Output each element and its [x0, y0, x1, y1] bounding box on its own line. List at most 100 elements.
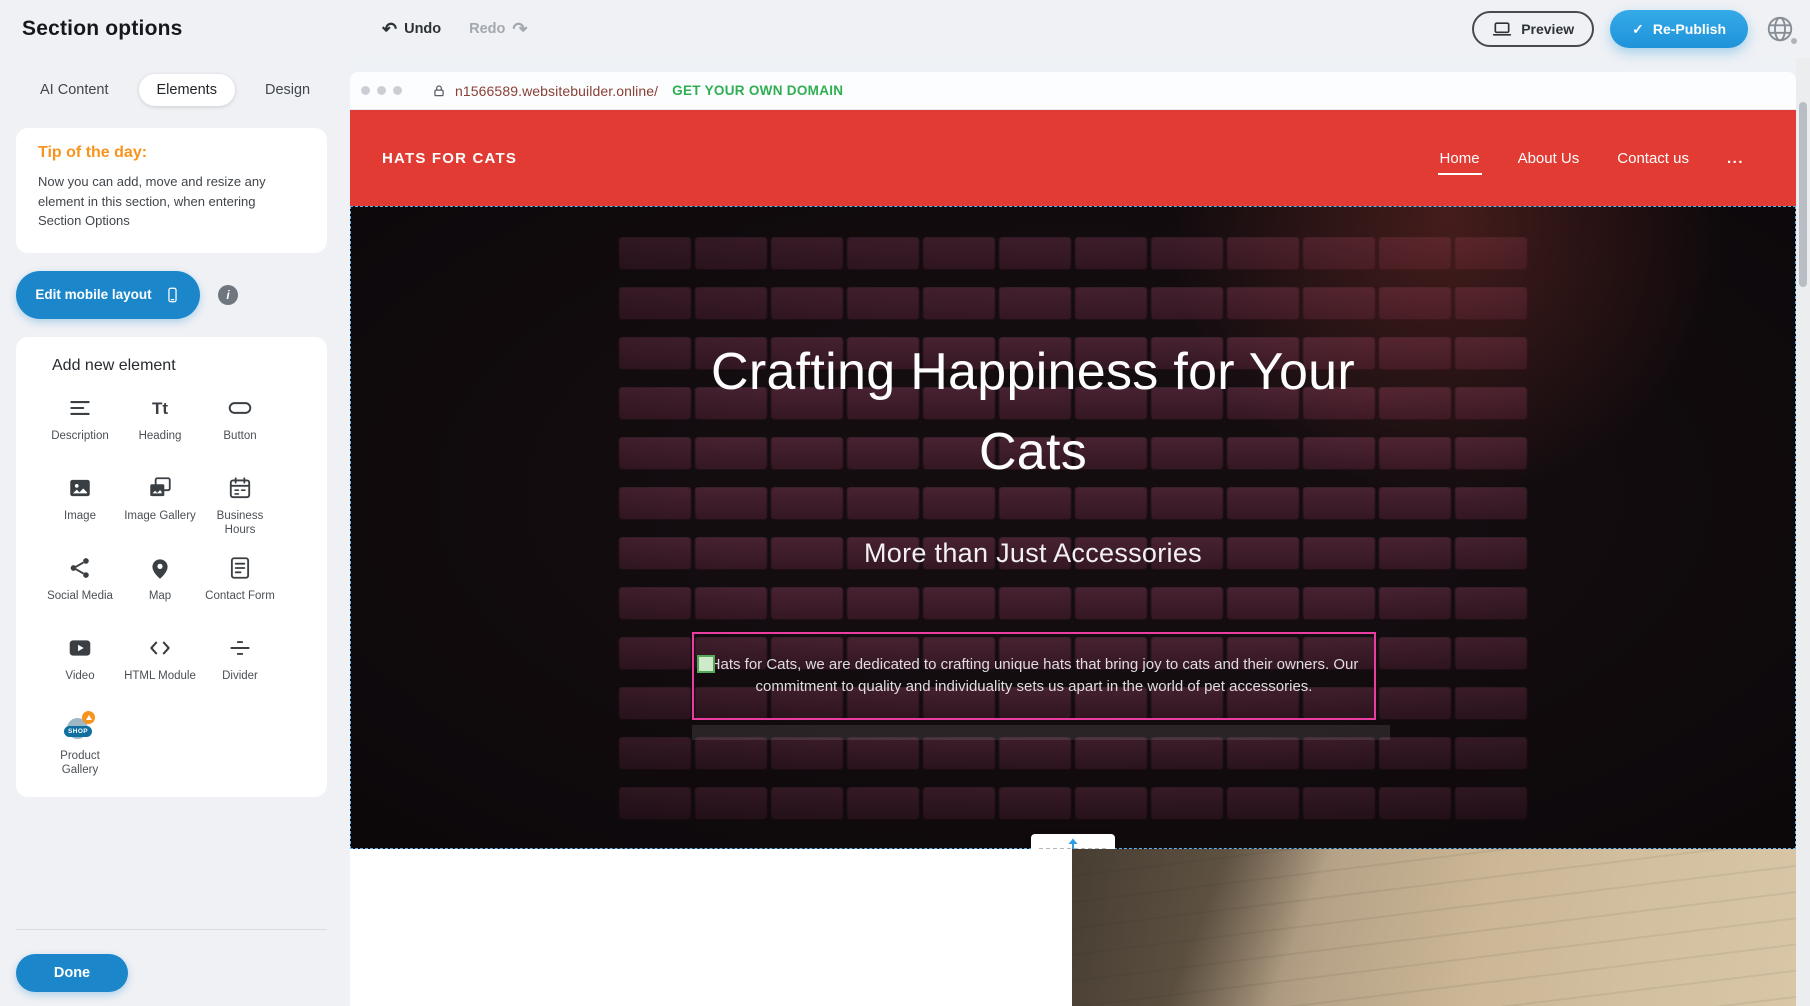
tip-of-the-day-card: Tip of the day: Now you can add, move an…: [16, 128, 327, 253]
history-controls: ↶ Undo Redo ↷: [382, 0, 527, 58]
scrollbar-thumb[interactable]: [1799, 102, 1807, 287]
heading-icon: Tt: [152, 395, 168, 422]
element-label: HTML Module: [124, 669, 196, 684]
add-panel-title: Add new element: [52, 357, 319, 375]
tab-design[interactable]: Design: [265, 74, 310, 106]
undo-icon: ↶: [382, 20, 397, 38]
element-social-media[interactable]: Social Media: [40, 549, 120, 621]
site-preview: HATS FOR CATS Home About Us Contact us .…: [350, 110, 1796, 1006]
image-icon: [67, 475, 93, 502]
browser-chrome-bar: n1566589.websitebuilder.online/ GET YOUR…: [350, 72, 1796, 110]
image-gallery-icon: [147, 475, 173, 502]
redo-button[interactable]: Redo ↷: [469, 20, 527, 38]
window-dot: [361, 86, 370, 95]
element-label: Button: [223, 429, 256, 444]
product-gallery-icon: SHOP: [64, 715, 96, 742]
element-label: Map: [149, 589, 171, 604]
element-label: Contact Form: [205, 589, 275, 604]
element-contact-form[interactable]: Contact Form: [200, 549, 280, 621]
element-label: Product Gallery: [44, 749, 116, 779]
nav-item-about-us[interactable]: About Us: [1518, 150, 1580, 167]
redo-icon: ↷: [512, 20, 527, 38]
add-new-element-panel: Add new element Description Tt Heading B…: [16, 337, 327, 797]
pavement-photo: [1072, 849, 1796, 1006]
republish-button[interactable]: ✓ Re-Publish: [1610, 10, 1748, 48]
element-heading[interactable]: Tt Heading: [120, 389, 200, 461]
nav-more-icon[interactable]: ...: [1727, 150, 1744, 167]
element-label: Description: [51, 429, 109, 444]
site-header[interactable]: HATS FOR CATS Home About Us Contact us .…: [350, 110, 1796, 206]
hero-section[interactable]: Crafting Happiness for Your Cats More th…: [350, 206, 1796, 849]
sidebar-divider: [16, 929, 327, 930]
phone-icon: [164, 283, 181, 307]
site-nav: Home About Us Contact us ...: [1440, 150, 1744, 167]
edit-mobile-layout-button[interactable]: Edit mobile layout: [16, 271, 200, 319]
preview-label: Preview: [1521, 21, 1574, 37]
element-business-hours[interactable]: Business Hours: [200, 469, 280, 541]
element-label: Video: [65, 669, 94, 684]
element-label: Social Media: [47, 589, 113, 604]
element-map[interactable]: Map: [120, 549, 200, 621]
business-hours-icon: [227, 475, 253, 502]
window-dot: [377, 86, 386, 95]
element-label: Image Gallery: [124, 509, 196, 524]
element-html-module[interactable]: HTML Module: [120, 629, 200, 701]
done-button[interactable]: Done: [16, 954, 128, 992]
element-video[interactable]: Video: [40, 629, 120, 701]
resize-handle[interactable]: [697, 655, 715, 673]
preview-button[interactable]: Preview: [1472, 11, 1594, 47]
element-label: Business Hours: [204, 509, 276, 539]
section-resize-drag-handle[interactable]: [1031, 834, 1115, 849]
html-module-icon: [147, 635, 173, 662]
element-image-gallery[interactable]: Image Gallery: [120, 469, 200, 541]
element-label: Divider: [222, 669, 258, 684]
monitor-icon: [1492, 19, 1512, 39]
social-media-icon: [67, 555, 93, 582]
hero-paragraph[interactable]: Hats for Cats, we are dedicated to craft…: [704, 654, 1364, 698]
lock-icon: [432, 84, 446, 98]
topbar-right: Preview ✓ Re-Publish: [1472, 0, 1796, 58]
editor-canvas: n1566589.websitebuilder.online/ GET YOUR…: [350, 58, 1796, 1006]
tip-body: Now you can add, move and resize any ele…: [38, 172, 290, 231]
check-icon: ✓: [1632, 21, 1644, 38]
site-url: n1566589.websitebuilder.online/: [455, 83, 658, 99]
contact-form-icon: [227, 555, 253, 582]
element-grid: Description Tt Heading Button Image: [40, 389, 319, 781]
element-description[interactable]: Description: [40, 389, 120, 461]
element-divider[interactable]: Divider: [200, 629, 280, 701]
sidebar-tabs: AI Content Elements Design: [0, 58, 350, 106]
description-icon: [67, 395, 93, 422]
redo-label: Redo: [469, 21, 505, 37]
next-section[interactable]: [350, 849, 1796, 1006]
hero-text-zone: Crafting Happiness for Your Cats More th…: [350, 206, 1716, 849]
hero-heading[interactable]: Crafting Happiness for Your Cats: [703, 332, 1363, 492]
tab-ai-content[interactable]: AI Content: [40, 74, 109, 106]
divider-icon: [227, 635, 253, 662]
language-globe-icon[interactable]: [1764, 13, 1796, 45]
tab-elements[interactable]: Elements: [139, 74, 235, 106]
topbar: Section options ↶ Undo Redo ↷ Preview ✓ …: [0, 0, 1810, 58]
element-label: Heading: [139, 429, 182, 444]
site-logo[interactable]: HATS FOR CATS: [382, 150, 517, 167]
page-scrollbar: [1796, 58, 1810, 1006]
section-options-sidebar: AI Content Elements Design Tip of the da…: [0, 58, 350, 1006]
upgrade-badge-icon: [82, 711, 95, 724]
shop-pill-label: SHOP: [64, 726, 92, 737]
map-icon: [147, 555, 173, 582]
info-icon[interactable]: i: [218, 285, 238, 305]
selected-text-element[interactable]: Hats for Cats, we are dedicated to craft…: [692, 632, 1376, 720]
button-icon: [227, 395, 253, 422]
window-dots: [361, 86, 402, 95]
element-product-gallery[interactable]: SHOP Product Gallery: [40, 709, 120, 781]
nav-item-home[interactable]: Home: [1440, 150, 1480, 167]
edit-mobile-label: Edit mobile layout: [35, 287, 151, 302]
get-your-own-domain-link[interactable]: GET YOUR OWN DOMAIN: [672, 83, 843, 98]
hero-subheading[interactable]: More than Just Accessories: [350, 538, 1716, 569]
undo-button[interactable]: ↶ Undo: [382, 20, 441, 38]
nav-item-contact-us[interactable]: Contact us: [1617, 150, 1689, 167]
globe-badge-dot: [1791, 38, 1797, 44]
element-image[interactable]: Image: [40, 469, 120, 541]
element-button[interactable]: Button: [200, 389, 280, 461]
window-dot: [393, 86, 402, 95]
mobile-layout-row: Edit mobile layout i: [16, 271, 350, 319]
